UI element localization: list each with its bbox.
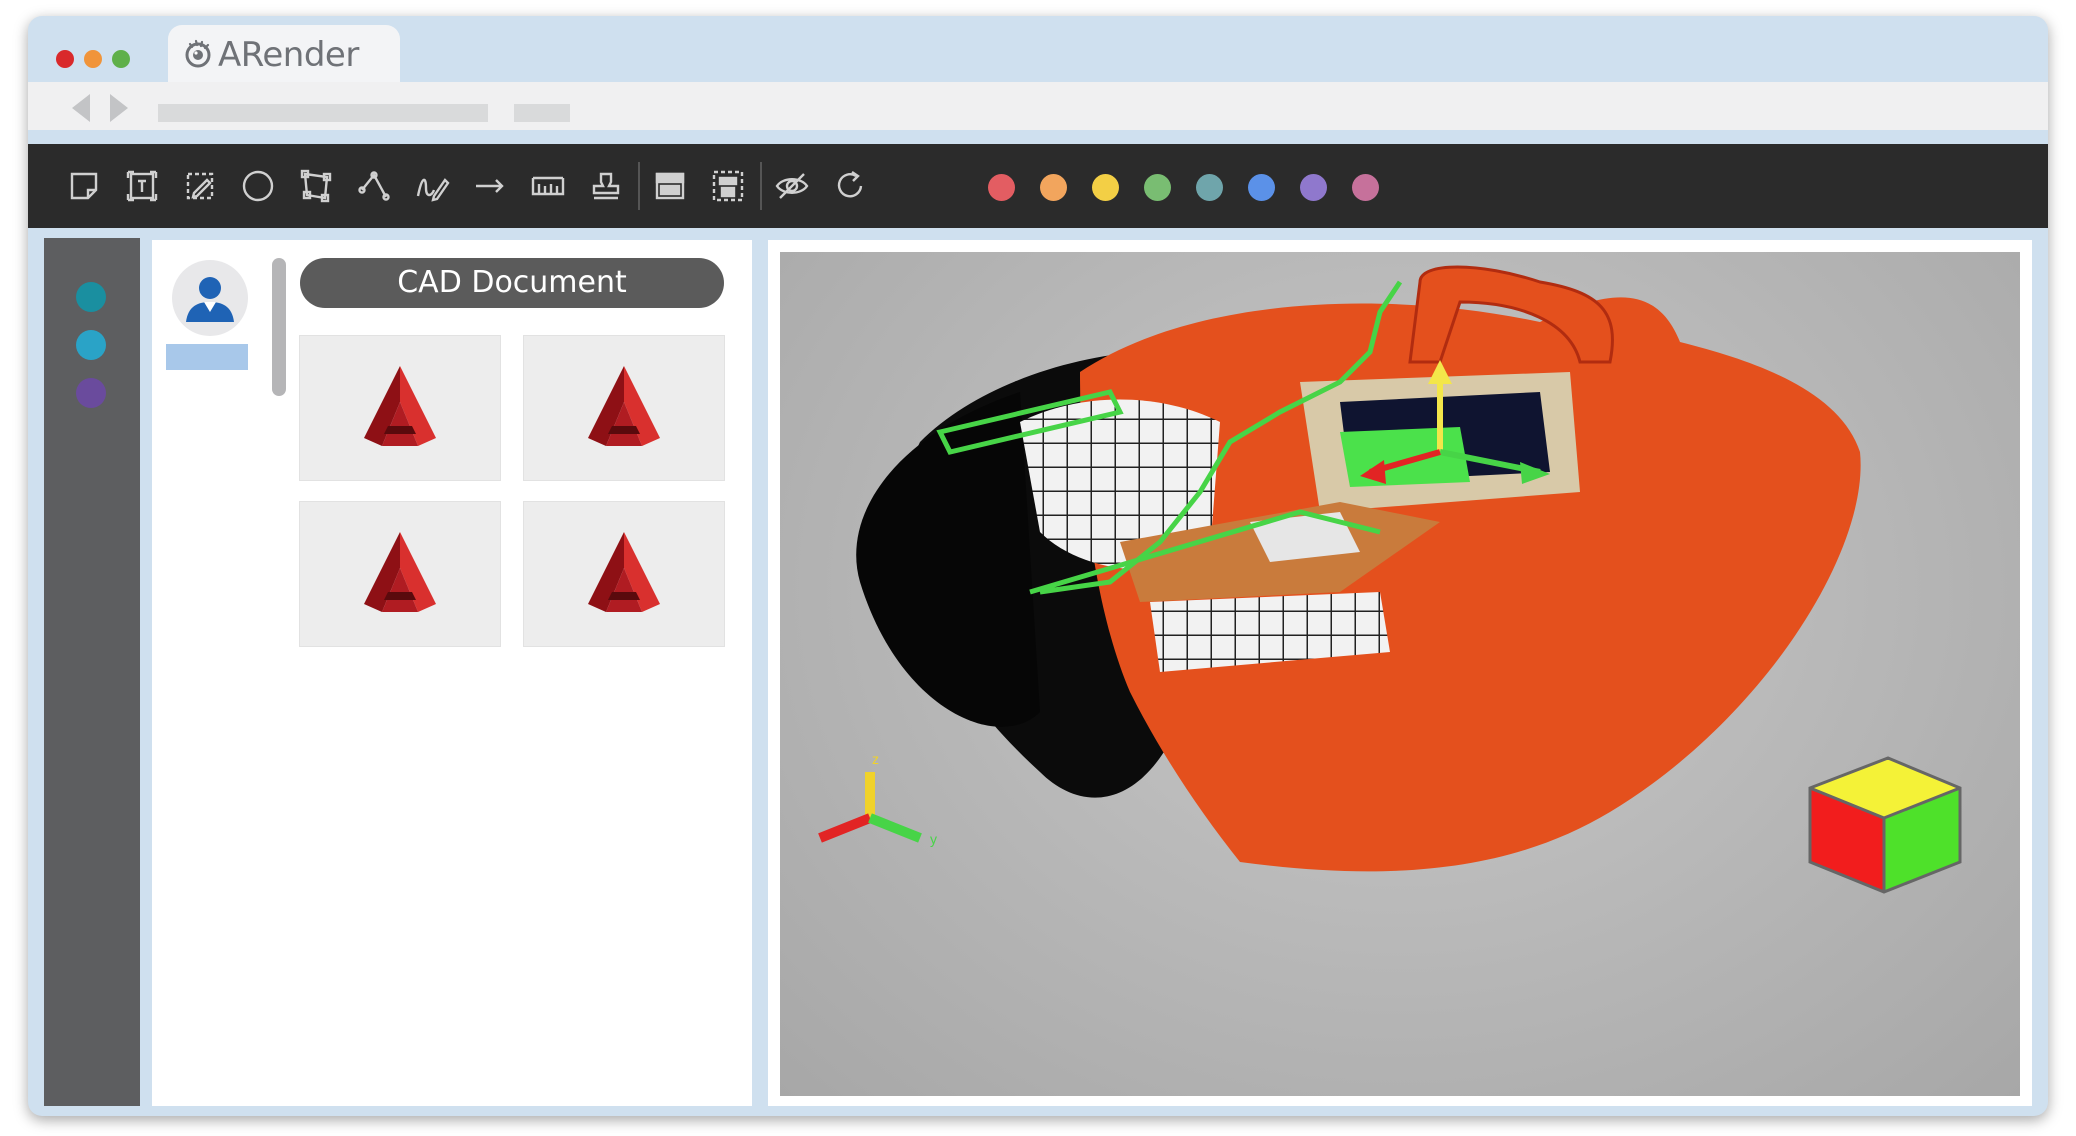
browser-window: ARender CAD Document z y [28,16,2048,1116]
stamp-icon[interactable] [586,166,626,206]
polygon-icon[interactable] [296,166,336,206]
axis-label-z: z [872,751,879,767]
back-arrow-icon[interactable] [72,94,90,122]
browser-tab[interactable]: ARender [168,25,400,83]
sidebar-dot-1[interactable] [76,282,106,312]
color-swatch-pink[interactable] [1352,174,1379,201]
circle-icon[interactable] [238,166,278,206]
address-field-secondary[interactable] [514,104,570,122]
sidebar-dot-3[interactable] [76,378,106,408]
annotation-toolbar [28,144,2048,228]
page-thumbnail-1[interactable] [300,336,500,480]
document-thumbnails-panel: CAD Document [152,240,752,1106]
sticky-note-icon[interactable] [64,166,104,206]
address-bar-row [28,82,2048,130]
color-swatch-blue[interactable] [1248,174,1275,201]
free-text-icon[interactable] [180,166,220,206]
color-swatch-purple[interactable] [1300,174,1327,201]
document-title: CAD Document [300,258,724,308]
redact-selection-icon[interactable] [708,166,748,206]
page-thumbnail-2[interactable] [524,336,724,480]
ruler-measure-icon[interactable] [528,166,568,206]
autocad-logo-icon [364,532,436,612]
axis-label-y: y [930,831,937,847]
page-thumbnail-4[interactable] [524,502,724,646]
color-swatch-orange[interactable] [1040,174,1067,201]
toolbar-separator [638,162,640,210]
rotate-icon[interactable] [830,166,870,206]
color-swatch-yellow[interactable] [1092,174,1119,201]
arrow-icon[interactable] [470,166,510,206]
polyline-icon[interactable] [354,166,394,206]
user-avatar-icon[interactable] [172,260,248,336]
window-close-button[interactable] [56,50,74,68]
autocad-logo-icon [364,366,436,446]
cad-3d-model-image[interactable]: z y [780,252,2020,1096]
color-swatch-teal[interactable] [1196,174,1223,201]
text-box-icon[interactable] [122,166,162,206]
window-minimize-button[interactable] [84,50,102,68]
freehand-pen-icon[interactable] [412,166,452,206]
cad-3d-viewport[interactable]: z y [780,252,2020,1096]
arender-eye-logo-icon [185,39,211,68]
user-name-placeholder [166,344,248,370]
color-swatch-green[interactable] [1144,174,1171,201]
window-maximize-button[interactable] [112,50,130,68]
autocad-logo-icon [588,366,660,446]
redact-area-icon[interactable] [650,166,690,206]
toolbar-separator [760,162,762,210]
sidebar-dot-2[interactable] [76,330,106,360]
forward-arrow-icon[interactable] [110,94,128,122]
left-sidebar [44,238,140,1106]
hide-annotations-icon[interactable] [772,166,812,206]
thumbnail-scrollbar[interactable] [272,258,286,396]
color-swatch-red[interactable] [988,174,1015,201]
view-cube-icon[interactable] [1808,756,1962,894]
tab-title: ARender [218,35,359,75]
autocad-logo-icon [588,532,660,612]
document-viewer: z y [768,240,2032,1106]
page-thumbnail-3[interactable] [300,502,500,646]
address-field[interactable] [158,104,488,122]
